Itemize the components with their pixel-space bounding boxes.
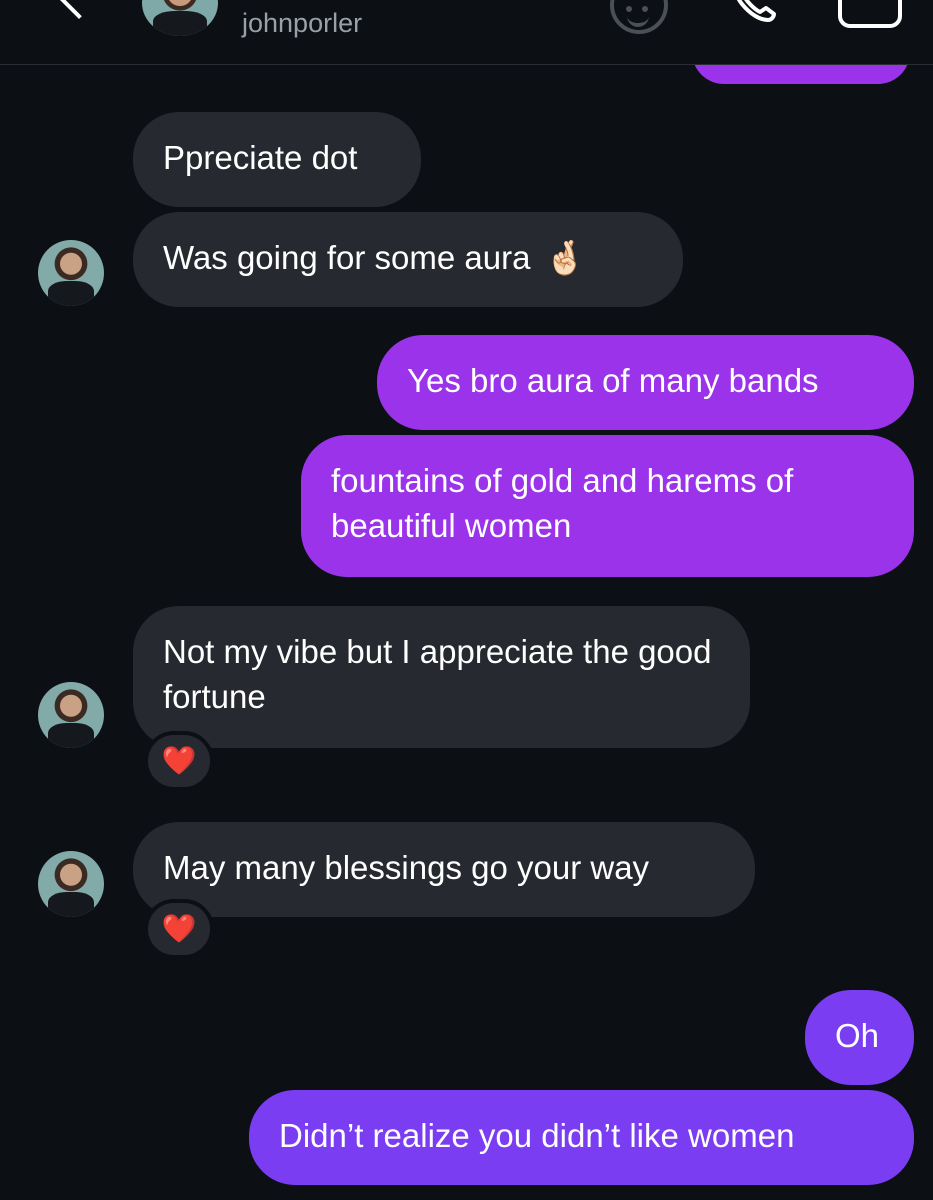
message-text: Oh xyxy=(835,1017,880,1054)
header-avatar[interactable] xyxy=(142,0,218,36)
message-bubble-outgoing[interactable]: Oh xyxy=(805,990,914,1085)
message-text: Ppreciate dot xyxy=(163,139,358,176)
heart-reaction[interactable]: ❤️ xyxy=(144,899,214,959)
crossed-fingers-emoji: 🤞🏻 xyxy=(544,239,586,276)
message-text: Yes bro aura of many bands xyxy=(407,362,819,399)
message-bubble-incoming[interactable]: Was going for some aura 🤞🏻 xyxy=(133,212,683,307)
sender-avatar[interactable] xyxy=(38,240,104,306)
video-camera-icon[interactable] xyxy=(838,0,902,28)
message-text: fountains of gold and harems of beautifu… xyxy=(331,462,794,544)
sender-avatar[interactable] xyxy=(38,682,104,748)
message-bubble-outgoing[interactable]: Yes bro aura of many bands xyxy=(377,335,914,430)
sender-avatar[interactable] xyxy=(38,851,104,917)
message-text: May many blessings go your way xyxy=(163,849,650,886)
message-bubble-incoming[interactable]: Ppreciate dot xyxy=(133,112,421,207)
message-bubble-incoming[interactable]: May many blessings go your way xyxy=(133,822,755,917)
heart-reaction[interactable]: ❤️ xyxy=(144,731,214,791)
chat-header: johnporler xyxy=(0,0,933,65)
message-bubble-outgoing[interactable]: fountains of gold and harems of beautifu… xyxy=(301,435,914,577)
message-bubble-incoming[interactable]: Not my vibe but I appreciate the good fo… xyxy=(133,606,750,748)
smiley-icon[interactable] xyxy=(610,0,668,34)
message-text: Was going for some aura xyxy=(163,239,531,276)
username[interactable]: johnporler xyxy=(242,8,362,39)
message-text: Not my vibe but I appreciate the good fo… xyxy=(163,633,712,715)
phone-icon[interactable] xyxy=(730,0,778,24)
message-bubble-outgoing[interactable]: Didn’t realize you didn’t like women xyxy=(249,1090,914,1185)
message-text: Didn’t realize you didn’t like women xyxy=(279,1117,795,1154)
back-chevron-icon[interactable] xyxy=(54,0,104,20)
